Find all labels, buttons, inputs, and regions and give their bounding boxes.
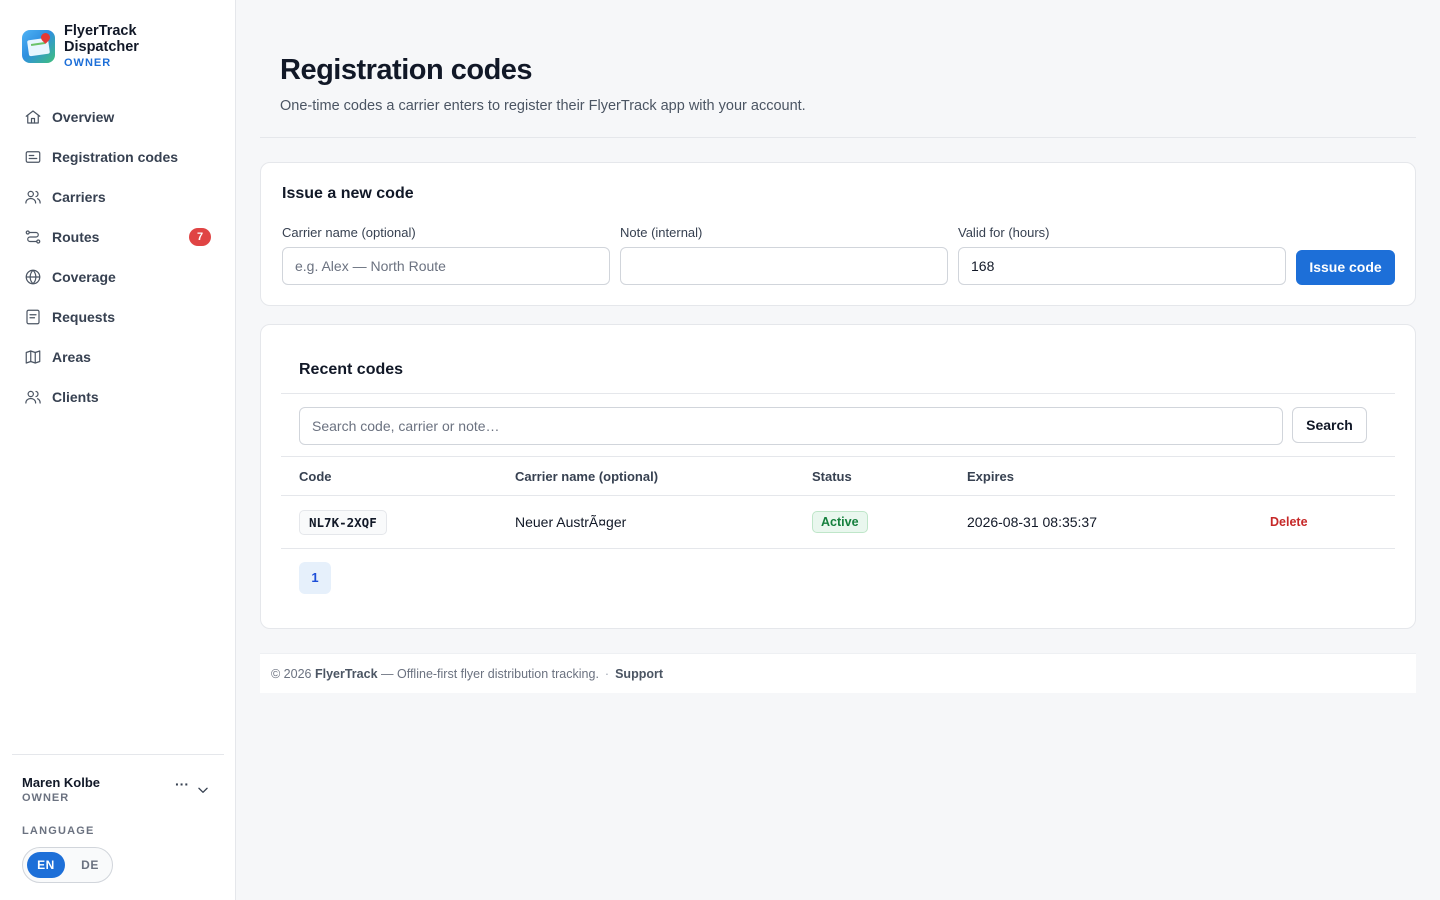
valid-hours-input[interactable]: 168 <box>958 247 1286 285</box>
sidebar-item-registration-codes[interactable]: Registration codes <box>12 137 224 177</box>
language-toggle: EN DE <box>22 847 113 883</box>
brand[interactable]: FlyerTrack Dispatcher OWNER <box>22 23 139 69</box>
user-role: OWNER <box>22 792 70 804</box>
search-bar: Search code, carrier or note… Search <box>281 393 1395 457</box>
carrier-name-cell: Neuer AustrÃ¤ger <box>515 514 627 530</box>
carrier-name-placeholder: e.g. Alex — North Route <box>295 258 446 274</box>
sidebar-item-coverage[interactable]: Coverage <box>12 257 224 297</box>
carrier-name-input[interactable]: e.g. Alex — North Route <box>282 247 610 285</box>
note-label: Note (internal) <box>620 225 703 240</box>
search-button[interactable]: Search <box>1292 407 1367 443</box>
page-subtitle: One-time codes a carrier enters to regis… <box>280 98 806 114</box>
expires-cell: 2026-08-31 08:35:37 <box>967 514 1097 530</box>
sidebar-item-label: Requests <box>52 309 116 325</box>
brand-name-line1: FlyerTrack <box>64 23 137 39</box>
carrier-name-label: Carrier name (optional) <box>282 225 416 240</box>
divider <box>260 137 1416 138</box>
column-header-carrier: Carrier name (optional) <box>515 469 659 484</box>
sidebar-item-carriers[interactable]: Carriers <box>12 177 224 217</box>
language-en-button[interactable]: EN <box>27 852 65 878</box>
sidebar-item-requests[interactable]: Requests <box>12 297 224 337</box>
sidebar-item-areas[interactable]: Areas <box>12 337 224 377</box>
footer-copyright: © 2026 <box>271 667 312 681</box>
footer-separator: · <box>604 667 610 681</box>
sidebar-nav: Overview Registration codes Carriers Rou… <box>12 97 224 417</box>
users-icon <box>25 390 41 404</box>
column-header-status: Status <box>812 469 852 484</box>
language-de-button[interactable]: DE <box>71 852 109 878</box>
sidebar-item-label: Coverage <box>52 269 116 285</box>
column-header-code: Code <box>299 469 332 484</box>
issue-code-button[interactable]: Issue code <box>1296 250 1395 285</box>
issue-code-card: Issue a new code Carrier name (optional)… <box>260 162 1416 306</box>
list-icon <box>25 151 41 163</box>
pagination-page-1[interactable]: 1 <box>299 562 331 594</box>
valid-hours-label: Valid for (hours) <box>958 225 1050 240</box>
flyertrack-logo-icon <box>22 30 55 63</box>
sidebar-item-clients[interactable]: Clients <box>12 377 224 417</box>
status-badge: Active <box>812 511 868 533</box>
more-options-icon[interactable]: ··· <box>175 777 189 791</box>
document-icon <box>26 309 40 325</box>
page-title: Registration codes <box>280 54 533 86</box>
home-icon <box>25 110 41 124</box>
sidebar-item-label: Overview <box>52 109 115 125</box>
routes-count-badge: 7 <box>189 228 211 246</box>
sidebar-item-label: Clients <box>52 389 99 405</box>
sidebar: FlyerTrack Dispatcher OWNER Overview Reg… <box>0 0 236 900</box>
user-panel: Maren Kolbe OWNER ··· LANGUAGE EN DE <box>12 754 224 883</box>
sidebar-item-routes[interactable]: Routes 7 <box>12 217 224 257</box>
user-name: Maren Kolbe <box>22 775 101 790</box>
language-label: LANGUAGE <box>22 825 95 837</box>
table-row: NL7K-2XQF Neuer AustrÃ¤ger Active 2026-0… <box>281 496 1395 549</box>
page-footer: © 2026 FlyerTrack — Offline-first flyer … <box>260 653 1416 693</box>
sidebar-item-label: Registration codes <box>52 149 179 165</box>
code-value: NL7K-2XQF <box>299 510 387 535</box>
route-icon <box>25 230 41 244</box>
column-header-expires: Expires <box>967 469 1014 484</box>
sidebar-item-overview[interactable]: Overview <box>12 97 224 137</box>
recent-codes-title: Recent codes <box>299 361 404 378</box>
users-icon <box>25 190 41 204</box>
sidebar-item-label: Carriers <box>52 189 106 205</box>
sidebar-item-label: Areas <box>52 349 91 365</box>
recent-codes-card: Recent codes Search code, carrier or not… <box>260 324 1416 629</box>
map-icon <box>25 350 41 364</box>
issue-card-title: Issue a new code <box>282 185 414 202</box>
chevron-down-icon[interactable] <box>196 783 210 797</box>
brand-role: OWNER <box>64 57 112 69</box>
note-input[interactable] <box>620 247 948 285</box>
delete-button[interactable]: Delete <box>1270 515 1308 529</box>
sidebar-item-label: Routes <box>52 229 100 245</box>
globe-icon <box>25 269 41 285</box>
footer-brand: FlyerTrack <box>314 667 378 681</box>
brand-name-line2: Dispatcher <box>64 38 139 55</box>
support-link[interactable]: Support <box>615 667 663 681</box>
footer-tagline: — Offline-first flyer distribution track… <box>381 667 599 681</box>
search-input[interactable]: Search code, carrier or note… <box>299 407 1283 445</box>
